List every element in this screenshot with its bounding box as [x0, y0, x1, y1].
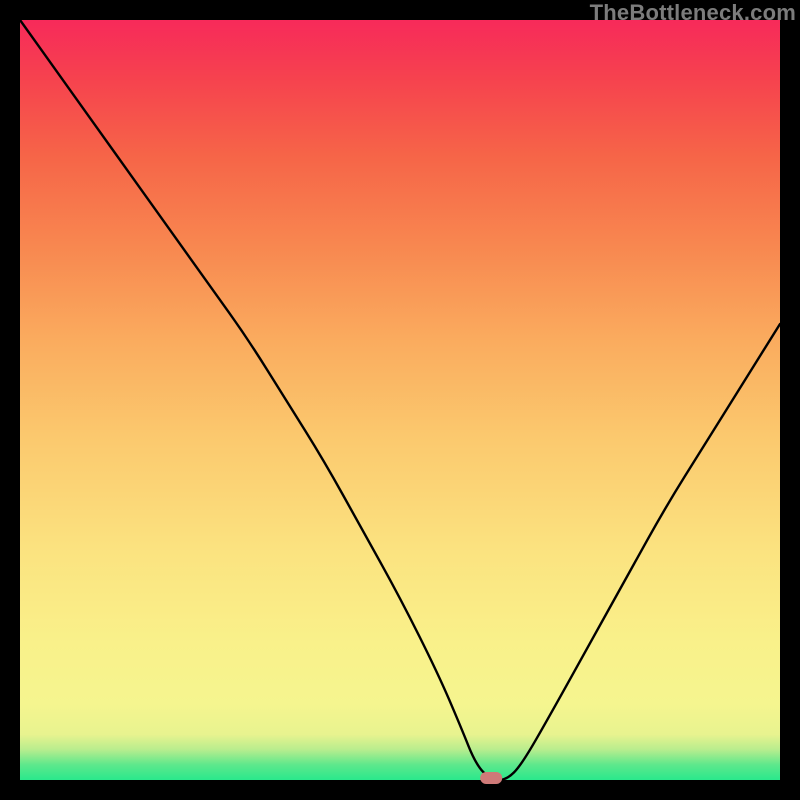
optimal-point-marker — [480, 772, 502, 784]
plot-area — [20, 20, 780, 780]
chart-frame: TheBottleneck.com — [0, 0, 800, 800]
bottleneck-curve — [20, 20, 780, 780]
chart-svg — [20, 20, 780, 780]
